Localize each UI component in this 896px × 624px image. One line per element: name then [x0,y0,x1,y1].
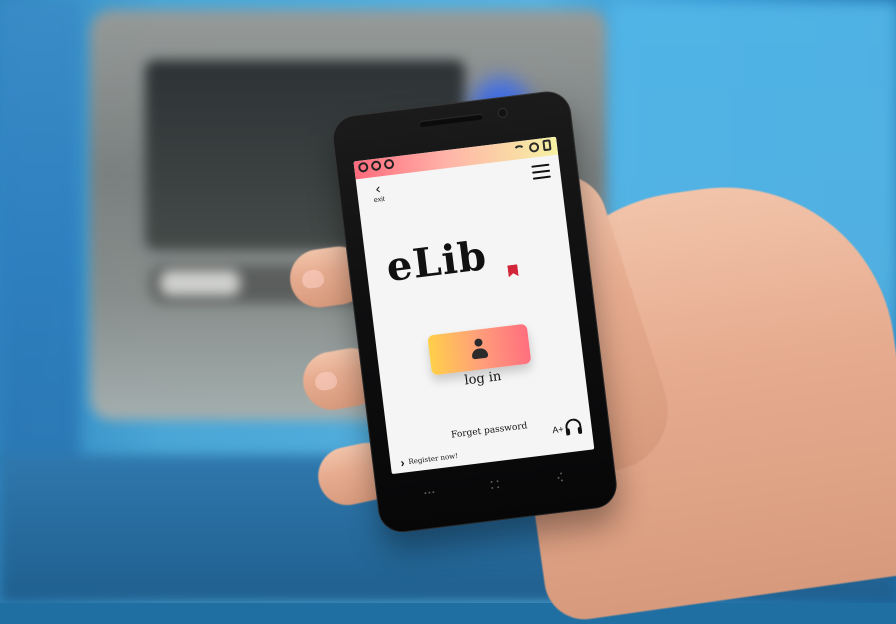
back-icon: ‹ [374,180,382,198]
nav-dot-icon [557,476,560,479]
nav-dot-icon [432,491,435,494]
nav-dot-icon [490,480,493,484]
nav-dot-icon [428,491,431,494]
nav-dot-icon [560,479,564,482]
chevron-right-icon: › [399,455,406,470]
status-left-icons [357,158,395,173]
background-left-panel [0,0,80,470]
menu-icon [532,175,551,180]
logo-ribbon-icon [507,264,518,277]
nav-dot-icon [497,486,500,489]
text-size-button[interactable]: A+ [552,424,564,435]
nav-dot-icon [559,472,563,475]
status-circle-icon [357,161,369,173]
battery-icon [542,139,552,152]
menu-icon [531,163,550,168]
phone-speaker [419,113,484,128]
menu-icon [532,169,551,174]
status-circle-icon [383,158,395,170]
nav-menu-button[interactable] [424,487,435,498]
app-logo: eLib [384,224,559,294]
status-right-icons [512,139,552,155]
phone-screen: ‹ exit eLib log in Forget password A+ › [353,136,595,475]
register-label: Register now! [408,451,459,466]
smartphone: ‹ exit eLib log in Forget password A+ › [330,88,620,535]
background-atm-key [160,270,240,296]
logo-text: eLib [383,232,490,292]
nav-dot-icon [491,486,494,490]
register-link[interactable]: › Register now! [399,450,459,470]
nav-dot-icon [424,492,427,495]
nav-home-button[interactable] [489,479,500,490]
status-circle-icon [370,160,382,172]
nav-dot-icon [496,480,499,483]
wifi-icon [512,143,526,154]
user-icon [468,337,491,361]
user-icon-head [474,338,483,348]
menu-button[interactable] [531,163,551,180]
phone-camera [498,108,508,118]
nav-back-button[interactable] [555,471,566,482]
back-button[interactable]: ‹ exit [366,181,391,206]
user-icon-body [471,347,489,360]
alarm-icon [528,141,540,153]
